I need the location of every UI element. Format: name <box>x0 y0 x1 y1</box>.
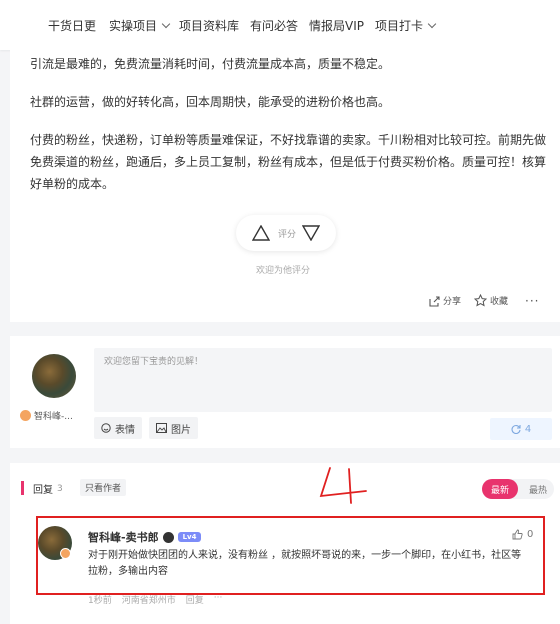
article-card: 引流是最难的，免费流量消耗时间，付费流量成本高，质量不稳定。 社群的运营，做的好… <box>10 50 560 322</box>
article-paragraph: 社群的运营，做的好转化高，回本周期快，能承受的进粉价格也高。 <box>30 95 391 109</box>
nav-item-library[interactable]: 项目资料库 <box>179 17 239 34</box>
emoji-button[interactable]: 表情 <box>94 417 142 439</box>
section-accent <box>21 481 24 495</box>
nav-item-vip[interactable]: 情报局VIP <box>309 17 364 34</box>
image-button[interactable]: 图片 <box>149 417 198 439</box>
top-nav: 干货日更 实操项目 项目资料库 有问必答 情报局VIP 项目打卡 <box>0 0 560 50</box>
level-badge-icon <box>60 548 71 559</box>
avatar <box>32 354 76 398</box>
nav-item-qa[interactable]: 有问必答 <box>250 17 298 34</box>
rating-label: 评分 <box>278 230 297 240</box>
image-icon <box>156 423 167 433</box>
comment-time: 1秒前 <box>88 596 112 606</box>
share-icon <box>429 295 440 307</box>
comment-location: 河南省郑州市 <box>121 596 176 606</box>
refresh-icon <box>511 424 521 434</box>
smile-icon <box>101 423 111 433</box>
verified-icon <box>162 531 174 543</box>
level-badge-icon <box>20 410 31 421</box>
favorite-button[interactable]: 收藏 <box>474 294 508 307</box>
comment-meta: 1秒前 河南省郑州市 回复 ··· <box>88 593 222 606</box>
comment-author[interactable]: 智科峰-卖书郎 Lv4 <box>88 529 202 545</box>
sort-newest[interactable]: 最新 <box>482 479 518 499</box>
thumbs-up-icon <box>512 529 523 540</box>
chevron-down-icon <box>161 19 171 29</box>
level-badge: Lv4 <box>177 532 202 542</box>
more-icon[interactable]: ··· <box>525 294 539 308</box>
rating-widget: 评分 <box>236 215 336 251</box>
downvote-icon[interactable] <box>302 225 320 241</box>
nav-item-daily[interactable]: 干货日更 <box>48 17 96 34</box>
replies-section: 回复 3 只看作者 最新 最热 智科峰-卖书郎 Lv4 0 对于刚开始做快团团的… <box>10 463 560 624</box>
comment-text: 对于刚开始做快团团的人来说，没有粉丝 ，就按照坏哥说的来，一步一个脚印，在小红书… <box>88 550 522 577</box>
sort-hottest[interactable]: 最热 <box>522 479 554 499</box>
article-paragraph: 付费的粉丝，快递粉，订单粉等质量难保证，不好找靠谱的卖家。千川粉相对比较可控。前… <box>30 133 547 191</box>
send-button[interactable]: 4 <box>490 418 552 440</box>
rating-hint: 欢迎为他评分 <box>256 266 311 276</box>
reply-count: 3 <box>57 483 63 494</box>
comment-input[interactable]: 欢迎您留下宝贵的见解！ <box>94 348 552 412</box>
like-button[interactable]: 0 <box>512 529 533 540</box>
author-only-button[interactable]: 只看作者 <box>80 479 127 496</box>
reply-button[interactable]: 回复 <box>186 593 204 606</box>
share-button[interactable]: 分享 <box>428 294 461 307</box>
chevron-down-icon <box>427 19 437 29</box>
star-icon <box>474 294 487 307</box>
replies-title: 回复 3 <box>33 483 63 497</box>
more-icon[interactable]: ··· <box>214 593 223 606</box>
nav-item-checkin[interactable]: 项目打卡 <box>375 17 437 34</box>
comment-composer: 智科峰-... 欢迎您留下宝贵的见解！ 表情 图片 4 <box>10 336 560 448</box>
handwritten-annotation <box>319 467 367 504</box>
composer-user: 智科峰-... <box>20 409 73 422</box>
sort-toggle: 最新 最热 <box>482 479 554 499</box>
article-paragraph: 引流是最难的，免费流量消耗时间，付费流量成本高，质量不稳定。 <box>30 57 391 71</box>
upvote-icon[interactable] <box>252 225 270 241</box>
nav-item-projects[interactable]: 实操项目 <box>109 17 171 34</box>
